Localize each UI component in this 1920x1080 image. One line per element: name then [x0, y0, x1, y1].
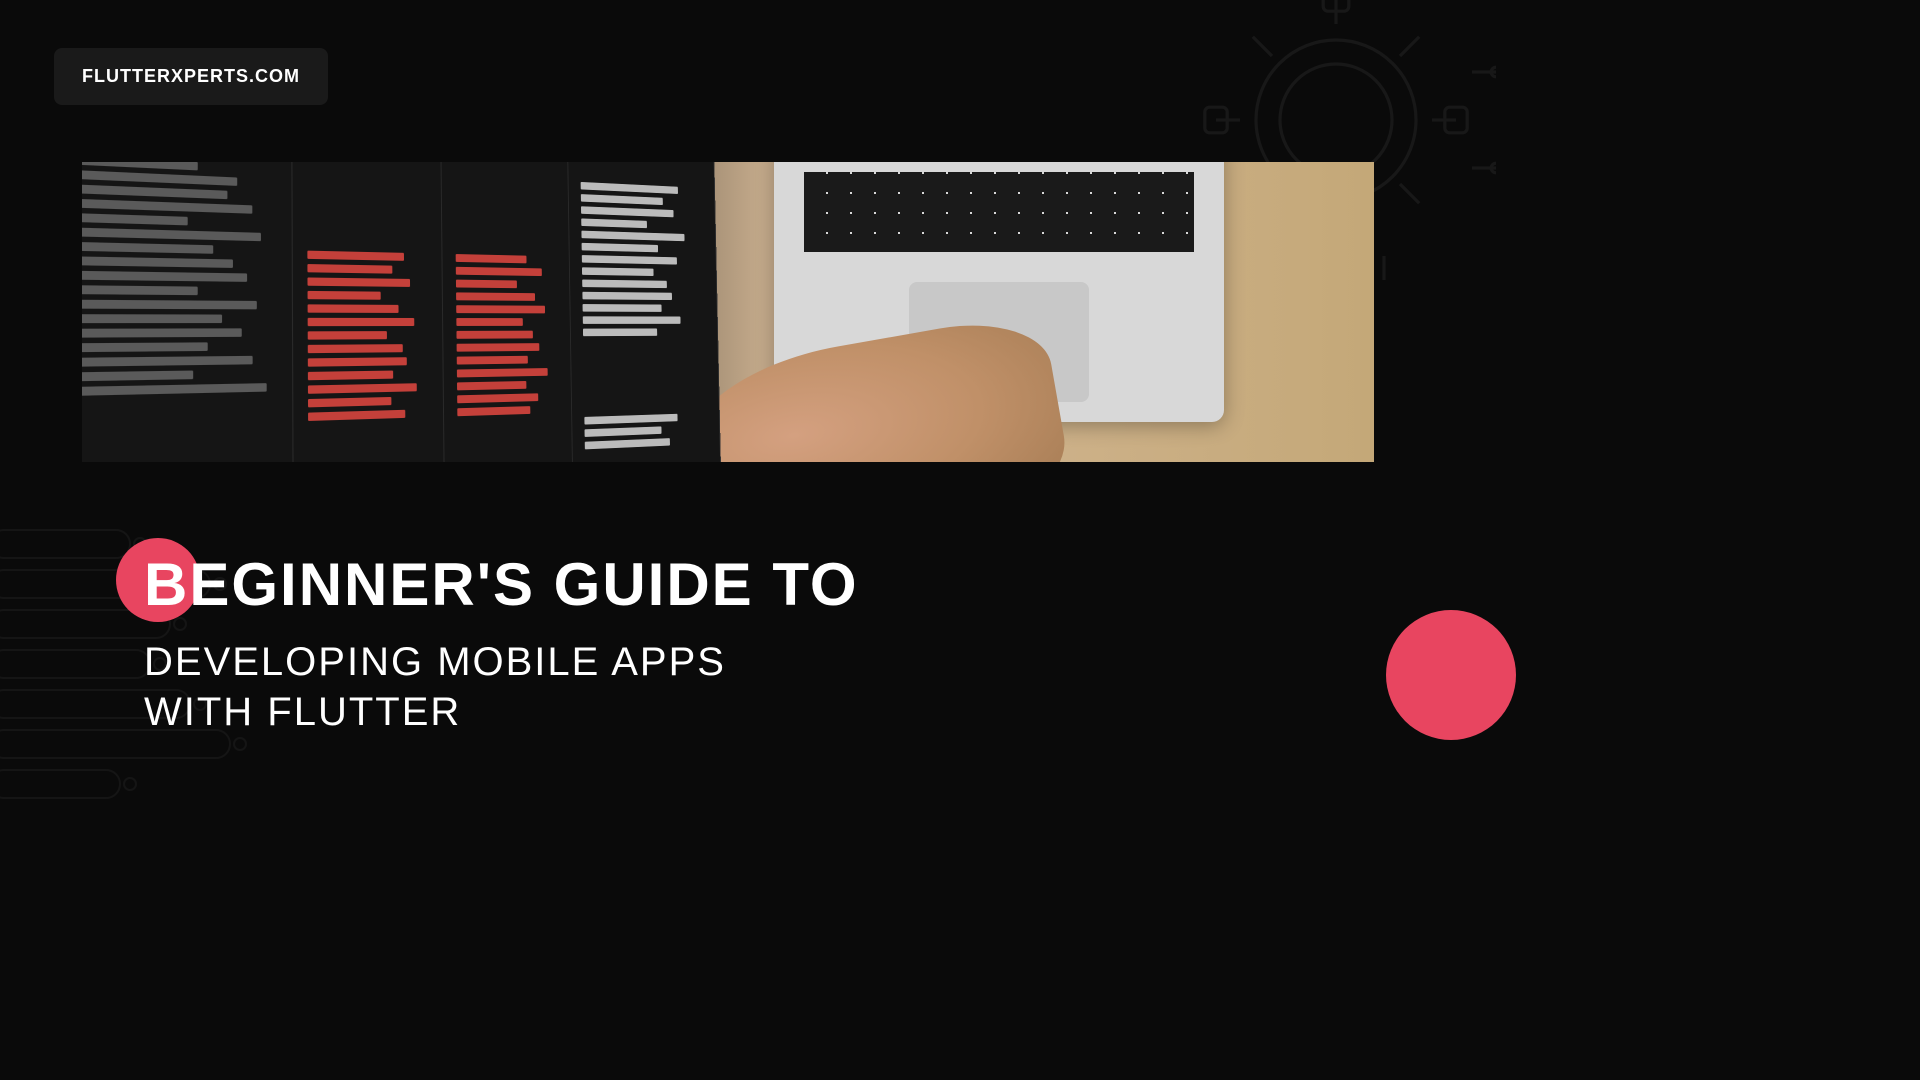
title-main: BEGINNER'S GUIDE TO [144, 550, 859, 619]
brand-badge: FLUTTERXPERTS.COM [54, 48, 328, 105]
title-block: BEGINNER'S GUIDE TO DEVELOPING MOBILE AP… [144, 550, 859, 737]
accent-circle-right [1386, 610, 1516, 740]
hero-image [82, 162, 1374, 462]
laptop-left [82, 162, 722, 462]
brand-text: FLUTTERXPERTS.COM [82, 66, 300, 86]
title-sub-line2: WITH FLUTTER [144, 690, 461, 734]
title-sub: DEVELOPING MOBILE APPS WITH FLUTTER [144, 637, 859, 737]
title-sub-line1: DEVELOPING MOBILE APPS [144, 640, 726, 684]
